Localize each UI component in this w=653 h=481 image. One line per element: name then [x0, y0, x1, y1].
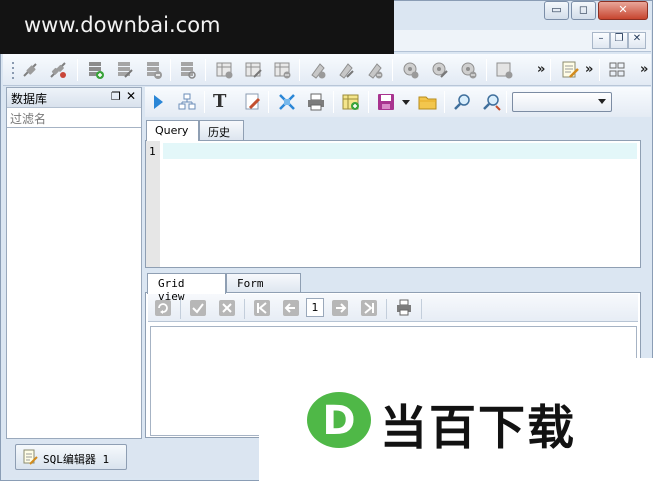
restore-icon: ❐: [614, 33, 624, 44]
close-icon: ✕: [618, 3, 628, 16]
current-line-highlight: [163, 143, 637, 159]
window-minimize-button[interactable]: ▭: [544, 1, 569, 20]
new-view-icon[interactable]: [308, 60, 328, 83]
logo-letter: D: [322, 398, 355, 444]
print-results-icon[interactable]: [395, 299, 413, 317]
save-dropdown-icon[interactable]: [402, 100, 410, 105]
panel-close-icon[interactable]: ✕: [126, 89, 136, 103]
pin-icon[interactable]: ❐: [111, 90, 121, 103]
separator: [204, 91, 205, 113]
watermark-banner: www.downbai.com: [0, 0, 394, 54]
page-number-input[interactable]: 1: [306, 298, 324, 317]
sql-editor-icon[interactable]: [560, 60, 580, 83]
separator: [77, 59, 78, 81]
separator: [506, 91, 507, 113]
first-page-icon[interactable]: [253, 299, 271, 317]
separator: [550, 59, 551, 81]
new-trigger-icon[interactable]: [495, 60, 515, 83]
query-builder-icon[interactable]: [341, 92, 361, 115]
next-page-icon[interactable]: [331, 299, 349, 317]
open-folder-icon[interactable]: [418, 93, 438, 114]
find-icon[interactable]: [453, 92, 473, 115]
tab-query[interactable]: Query: [146, 120, 199, 141]
separator: [368, 91, 369, 113]
tab-history[interactable]: 历史: [199, 120, 244, 140]
delete-view-icon[interactable]: [365, 60, 385, 83]
database-panel-title: 数据库: [11, 92, 48, 106]
fullscreen-icon[interactable]: [277, 92, 297, 115]
find-replace-icon[interactable]: [482, 92, 502, 115]
close-icon: ✕: [632, 33, 642, 44]
toolbar-overflow-button[interactable]: »: [537, 62, 545, 77]
logo-d-icon: D: [307, 392, 371, 448]
tab-form-view[interactable]: Form view: [226, 273, 301, 303]
line-number: 1: [149, 145, 156, 158]
separator: [170, 59, 171, 81]
connection-select[interactable]: [512, 92, 612, 112]
new-procedure-icon[interactable]: [401, 60, 421, 83]
window-restore-button[interactable]: ◻: [571, 1, 596, 20]
save-icon[interactable]: [377, 93, 395, 114]
edit-table-icon[interactable]: [244, 60, 264, 83]
filter-input[interactable]: 过滤名: [7, 108, 141, 128]
layout-grid-icon[interactable]: [608, 60, 628, 83]
connect-icon[interactable]: [20, 60, 40, 83]
new-table-icon[interactable]: [215, 60, 235, 83]
delete-procedure-icon[interactable]: [459, 60, 479, 83]
sql-editor-icon: [22, 449, 38, 468]
logo-text: 当百下载: [380, 401, 576, 456]
mdi-close-button[interactable]: ✕: [628, 32, 646, 49]
toolbar-overflow-button[interactable]: »: [585, 62, 593, 77]
separator: [599, 59, 600, 81]
commit-icon[interactable]: [189, 299, 207, 317]
sql-editor[interactable]: [145, 140, 641, 268]
toolbar-overflow-button[interactable]: »: [640, 62, 648, 77]
delete-database-icon[interactable]: [144, 60, 164, 83]
run-icon[interactable]: [152, 93, 166, 114]
window-close-button[interactable]: ✕: [598, 1, 648, 20]
minimize-icon: –: [598, 33, 604, 44]
new-database-icon[interactable]: [86, 60, 106, 83]
restore-icon: ◻: [578, 3, 589, 16]
separator: [421, 299, 422, 319]
explain-plan-icon[interactable]: [177, 92, 197, 115]
separator: [386, 299, 387, 319]
clear-editor-icon[interactable]: [243, 92, 263, 115]
separator: [392, 59, 393, 81]
delete-table-icon[interactable]: [273, 60, 293, 83]
database-properties-icon[interactable]: [178, 60, 198, 83]
edit-database-icon[interactable]: [115, 60, 135, 83]
last-page-icon[interactable]: [360, 299, 378, 317]
prev-page-icon[interactable]: [282, 299, 300, 317]
separator: [268, 91, 269, 113]
separator: [205, 59, 206, 81]
separator: [444, 91, 445, 113]
document-tab-label: SQL编辑器 1: [43, 453, 110, 466]
minimize-icon: ▭: [551, 3, 562, 16]
main-toolbar-icons: [12, 62, 14, 79]
separator: [244, 299, 245, 319]
disconnect-icon[interactable]: [48, 60, 68, 83]
edit-view-icon[interactable]: [336, 60, 356, 83]
mdi-restore-button[interactable]: ❐: [610, 32, 628, 49]
mdi-minimize-button[interactable]: –: [592, 32, 610, 49]
print-icon[interactable]: [306, 92, 326, 115]
format-text-icon[interactable]: T: [213, 91, 226, 112]
cancel-icon[interactable]: [218, 299, 236, 317]
separator: [486, 59, 487, 81]
separator: [299, 59, 300, 81]
edit-procedure-icon[interactable]: [430, 60, 450, 83]
database-panel: [6, 87, 142, 439]
tab-grid-view[interactable]: Grid view: [147, 273, 226, 303]
editor-gutter: [146, 141, 160, 267]
chevron-down-icon: [598, 99, 606, 104]
separator: [333, 91, 334, 113]
